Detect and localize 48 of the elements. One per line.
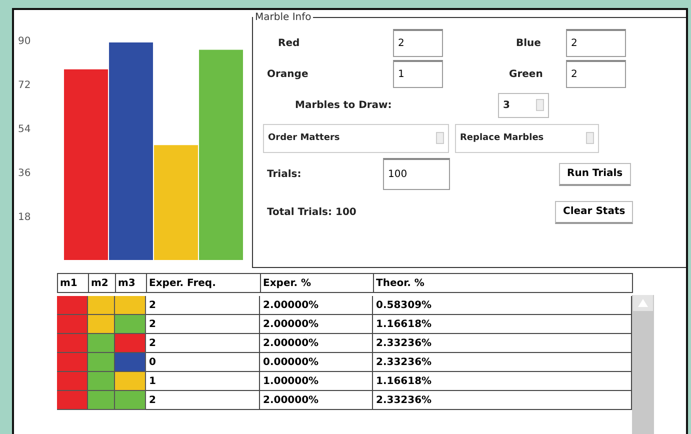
count-field[interactable]: 2: [393, 29, 443, 57]
total-trials-text: Total Trials: 100: [266, 206, 358, 218]
axis-tick-label: 90: [18, 36, 31, 47]
order-dropdown[interactable]: Order Matters: [263, 124, 449, 152]
color-label: Blue: [515, 38, 542, 48]
table-cell: 2: [146, 334, 260, 353]
table-cell: 2.00000%: [260, 391, 373, 410]
count-field[interactable]: 1: [393, 60, 443, 88]
table-cell: 2: [146, 391, 260, 410]
column-header[interactable]: Exper. %: [260, 273, 374, 293]
table-cell: 1.00000%: [260, 372, 373, 391]
scroll-up-icon: [632, 295, 654, 311]
table-cell: 2.00000%: [260, 315, 373, 334]
axis-tick-label: 54: [18, 124, 31, 135]
column-header[interactable]: m3: [115, 273, 147, 293]
axis-tick-label: 36: [18, 168, 31, 179]
table-cell: 2.00000%: [260, 334, 373, 353]
table-cell: 1.16618%: [373, 372, 632, 391]
table-cell: 2.33236%: [373, 353, 632, 372]
table-cell: 2: [146, 296, 260, 315]
replace-dropdown[interactable]: Replace Marbles: [455, 124, 599, 152]
color-label: Red: [277, 38, 301, 48]
column-header[interactable]: m2: [88, 273, 116, 293]
table-cell: 0.58309%: [373, 296, 632, 315]
table-cell: 0.00000%: [260, 353, 373, 372]
table-cell: 2.33236%: [373, 334, 632, 353]
color-label: Orange: [266, 68, 310, 80]
run-trials-button[interactable]: Run Trials: [559, 162, 631, 186]
clear-stats-button[interactable]: Clear Stats: [555, 200, 634, 224]
column-header[interactable]: m1: [57, 273, 89, 293]
column-header[interactable]: Exper. Freq.: [146, 273, 261, 293]
count-field[interactable]: 2: [566, 29, 626, 57]
column-header[interactable]: Theor. %: [373, 273, 633, 293]
marbles-spinner[interactable]: 3: [498, 92, 549, 118]
table-cell: 2.00000%: [260, 296, 373, 315]
field-label: Marbles to Draw:: [294, 100, 393, 110]
count-field[interactable]: 2: [566, 60, 626, 88]
table-cell: 1: [146, 372, 260, 391]
table-cell: 1.16618%: [373, 315, 632, 334]
group-title: Marble Info: [254, 12, 312, 23]
table-cell: 2: [146, 315, 260, 334]
table-cell: 2.33236%: [373, 391, 632, 410]
trials-field[interactable]: 100: [383, 158, 450, 190]
color-label: Green: [508, 68, 544, 80]
table-cell: 0: [146, 353, 260, 372]
axis-tick-label: 72: [18, 80, 31, 91]
field-label: Trials:: [266, 168, 302, 180]
axis-tick-label: 18: [18, 212, 31, 223]
